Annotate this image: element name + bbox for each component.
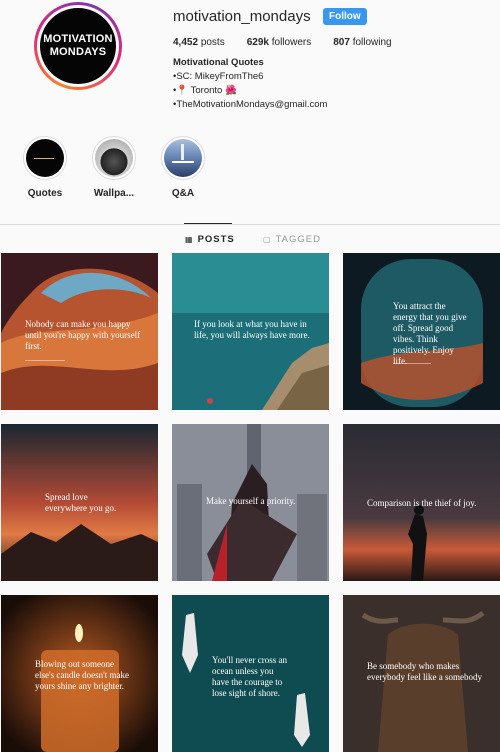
active-tab-indicator <box>184 223 232 224</box>
post-thumbnail-2[interactable]: If you look at what you have in life, yo… <box>172 253 329 410</box>
post-quote: If you look at what you have in life, yo… <box>194 319 310 340</box>
post-quote: Be somebody who makes everybody feel lik… <box>367 661 482 682</box>
highlight-ring <box>92 136 136 180</box>
post-quote: Nobody can make you happy until you're h… <box>25 319 141 351</box>
post-quote: You attract the energy that you give off… <box>393 301 467 366</box>
followers-count: 629k <box>246 37 269 48</box>
tab-tagged-label: TAGGED <box>275 234 321 245</box>
bio-name: Motivational Quotes <box>173 57 264 68</box>
profile-avatar[interactable]: MOTIVATION MONDAYS <box>34 2 122 90</box>
avatar-text-line1: MOTIVATION <box>43 33 113 45</box>
post-thumbnail-3[interactable]: You attract the energy that you give off… <box>343 253 500 410</box>
post-quote: Spread love everywhere you go. <box>45 492 117 513</box>
following-stat[interactable]: 807 following <box>333 37 391 48</box>
followers-label: followers <box>271 37 312 48</box>
post-thumbnail-7[interactable]: Blowing out someone else's candle doesn'… <box>1 595 158 752</box>
highlight-cover-image <box>164 139 202 177</box>
post-thumbnail-4[interactable]: Spread love everywhere you go. <box>1 424 158 581</box>
post-quote: Comparison is the thief of joy. <box>367 498 477 508</box>
highlight-ring <box>23 136 67 180</box>
grid-icon: ▦ <box>185 235 194 244</box>
post-credit-line <box>393 363 431 364</box>
post-quote: Make yourself a priority. <box>206 496 296 506</box>
highlight-ring <box>161 136 205 180</box>
post-credit-line <box>25 360 65 361</box>
follow-button[interactable]: Follow <box>323 8 367 25</box>
post-thumbnail-5[interactable]: Make yourself a priority. <box>172 424 329 581</box>
highlight-qa[interactable]: Q&A <box>153 136 213 199</box>
highlight-cover-image <box>95 139 133 177</box>
highlight-label: Q&A <box>171 188 195 199</box>
highlight-label: Wallpa... <box>93 188 135 199</box>
post-quote: Blowing out someone else's candle doesn'… <box>35 659 129 691</box>
profile-stats: 4,452 posts 629k followers 807 following <box>173 37 392 48</box>
avatar-border: MOTIVATION MONDAYS <box>37 5 119 87</box>
highlight-label: Quotes <box>27 188 63 199</box>
profile-username: motivation_mondays <box>173 8 311 25</box>
post-thumbnail-6[interactable]: Comparison is the thief of joy. <box>343 424 500 581</box>
following-count: 807 <box>333 37 350 48</box>
bio-line-location: •📍 Toronto 🌺 <box>173 85 237 96</box>
bio-line-snapchat: •SC: MikeyFromThe6 <box>173 71 264 82</box>
highlight-wallpapers[interactable]: Wallpa... <box>84 136 144 199</box>
highlight-cover-image <box>26 139 64 177</box>
avatar-logo: MOTIVATION MONDAYS <box>40 8 116 84</box>
tabs-divider <box>0 224 500 225</box>
tab-posts-label: POSTS <box>197 234 235 245</box>
posts-label: posts <box>200 37 225 48</box>
post-thumbnail-1[interactable]: Nobody can make you happy until you're h… <box>1 253 158 410</box>
bio-line-email[interactable]: •TheMotivationMondays@gmail.com <box>173 98 327 112</box>
post-thumbnail-9[interactable]: Be somebody who makes everybody feel lik… <box>343 595 500 752</box>
followers-stat[interactable]: 629k followers <box>247 37 312 48</box>
tab-posts[interactable]: ▦ POSTS <box>185 234 235 245</box>
tag-icon: ▢ <box>263 235 272 244</box>
post-thumbnail-8[interactable]: You'll never cross an ocean unless you h… <box>172 595 329 752</box>
following-label: following <box>352 37 392 48</box>
post-quote: You'll never cross an ocean unless you h… <box>212 655 287 698</box>
posts-stat: 4,452 posts <box>173 37 225 48</box>
highlight-quotes[interactable]: Quotes <box>15 136 75 199</box>
posts-count: 4,452 <box>173 37 199 48</box>
profile-bio: Motivational Quotes •SC: MikeyFromThe6 •… <box>173 56 327 112</box>
avatar-text-line2: MONDAYS <box>49 46 107 58</box>
tab-tagged[interactable]: ▢ TAGGED <box>263 234 321 245</box>
